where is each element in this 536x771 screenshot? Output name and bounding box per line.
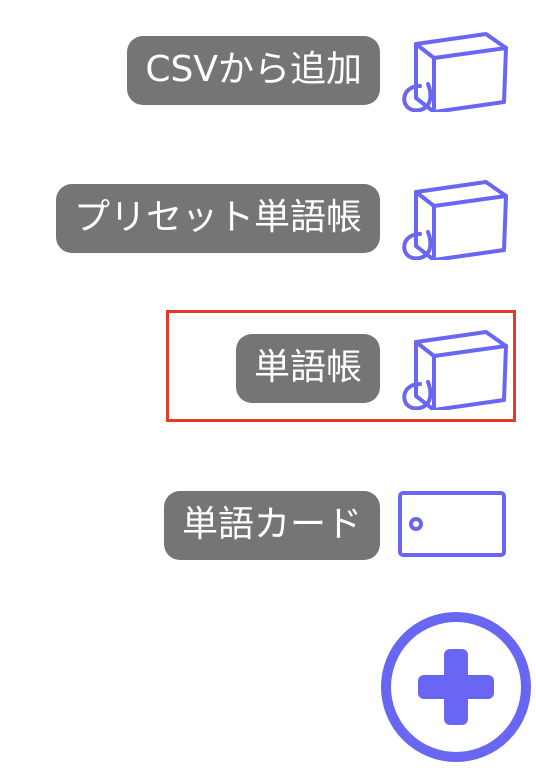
plus-icon <box>418 649 494 725</box>
menu-item-preset-wordbook[interactable]: プリセット単語帳 <box>55 176 508 260</box>
csv-add-label[interactable]: CSVから追加 <box>127 35 380 105</box>
wordbook-ring-icon[interactable] <box>398 28 508 112</box>
selection-highlight <box>166 310 516 422</box>
preset-wordbook-label[interactable]: プリセット単語帳 <box>55 183 380 253</box>
wordbook-ring-icon[interactable] <box>398 176 508 260</box>
word-card-icon[interactable] <box>398 483 508 567</box>
menu-item-csv-add[interactable]: CSVから追加 <box>127 28 508 112</box>
word-card-label[interactable]: 単語カード <box>163 490 380 560</box>
menu-item-word-card[interactable]: 単語カード <box>163 483 508 567</box>
add-button[interactable] <box>381 612 531 762</box>
